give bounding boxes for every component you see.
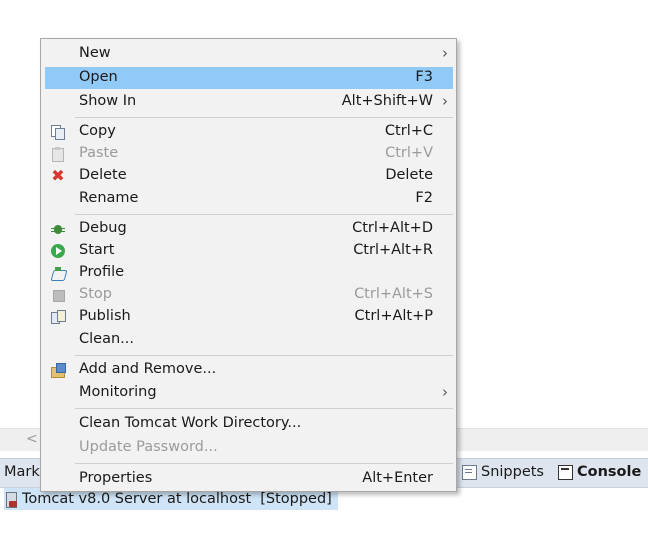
chevron-right-icon: › bbox=[442, 383, 448, 401]
start-icon bbox=[51, 244, 65, 258]
menu-separator bbox=[75, 117, 453, 118]
delete-icon: ✖ bbox=[51, 166, 65, 185]
snippets-icon bbox=[462, 464, 477, 480]
chevron-right-icon: › bbox=[442, 92, 448, 110]
tab-markers[interactable]: Mark bbox=[4, 464, 40, 480]
menu-item-new[interactable]: New › bbox=[45, 43, 453, 65]
menu-item-paste: Paste Ctrl+V bbox=[45, 143, 453, 165]
menu-item-start[interactable]: Start Ctrl+Alt+R bbox=[45, 240, 453, 262]
stop-icon bbox=[51, 288, 65, 302]
menu-separator bbox=[75, 463, 453, 464]
menu-separator bbox=[75, 355, 453, 356]
console-icon bbox=[558, 464, 573, 480]
menu-item-clean[interactable]: Clean... bbox=[45, 329, 453, 351]
menu-item-add-and-remove[interactable]: Add and Remove... bbox=[45, 359, 453, 381]
menu-item-copy[interactable]: Copy Ctrl+C bbox=[45, 121, 453, 143]
menu-item-publish[interactable]: Publish Ctrl+Alt+P bbox=[45, 306, 453, 328]
scroll-left-arrow-icon[interactable]: < bbox=[26, 431, 38, 447]
menu-item-show-in[interactable]: Show In Alt+Shift+W › bbox=[45, 91, 453, 113]
menu-item-open[interactable]: Open F3 bbox=[45, 67, 453, 89]
add-remove-icon bbox=[51, 363, 66, 378]
menu-item-update-password: Update Password... bbox=[79, 439, 218, 455]
paste-icon bbox=[51, 147, 65, 162]
debug-icon bbox=[51, 222, 65, 236]
menu-separator bbox=[75, 214, 453, 215]
menu-item-rename[interactable]: Rename F2 bbox=[45, 188, 453, 210]
tab-snippets-label: Snippets bbox=[481, 464, 544, 480]
menu-item-monitoring[interactable]: Monitoring › bbox=[45, 382, 453, 404]
chevron-right-icon: › bbox=[442, 44, 448, 62]
tab-console[interactable]: Console bbox=[558, 464, 641, 480]
tab-snippets[interactable]: Snippets bbox=[462, 464, 544, 480]
menu-item-debug[interactable]: Debug Ctrl+Alt+D bbox=[45, 218, 453, 240]
menu-item-stop: Stop Ctrl+Alt+S bbox=[45, 284, 453, 306]
menu-item-delete[interactable]: ✖ Delete Delete bbox=[45, 165, 453, 187]
tab-console-label: Console bbox=[577, 464, 642, 480]
menu-separator bbox=[75, 408, 453, 409]
profile-icon bbox=[50, 266, 68, 281]
copy-icon bbox=[51, 125, 65, 140]
menu-item-profile[interactable]: Profile bbox=[45, 262, 453, 284]
server-name: Tomcat v8.0 Server at localhost bbox=[22, 491, 252, 507]
publish-icon bbox=[51, 310, 66, 324]
context-menu: New › Open F3 Show In Alt+Shift+W › Copy… bbox=[40, 38, 457, 492]
server-stopped-icon bbox=[6, 491, 17, 508]
server-status: [Stopped] bbox=[260, 491, 332, 507]
menu-item-clean-tomcat-work-directory[interactable]: Clean Tomcat Work Directory... bbox=[45, 413, 453, 435]
menu-item-properties[interactable]: Properties Alt+Enter bbox=[45, 468, 453, 490]
